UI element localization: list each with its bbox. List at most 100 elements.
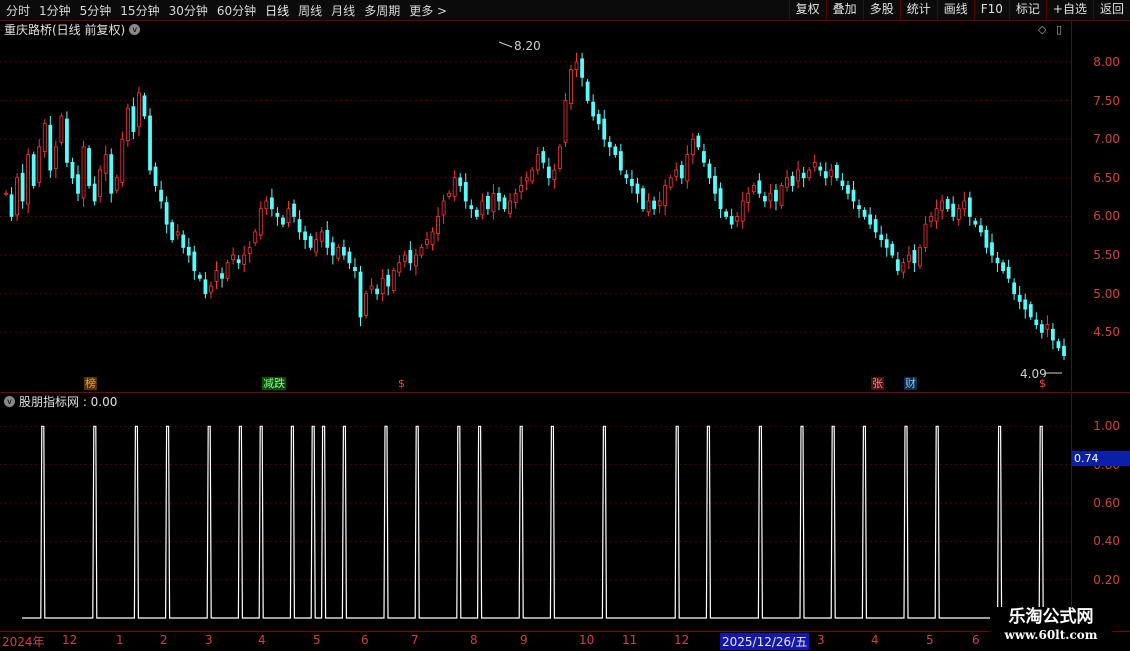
event-marker-4[interactable]: 财: [904, 377, 917, 390]
ind-tick-3: 0.40: [1093, 534, 1120, 549]
candle: [624, 170, 629, 184]
time-label-6: 5: [313, 633, 321, 647]
candle: [630, 170, 634, 194]
candle: [402, 250, 407, 268]
candle: [929, 211, 933, 228]
toolbar-button-1[interactable]: 叠加: [825, 0, 863, 20]
candle: [635, 177, 640, 203]
candle: [546, 157, 551, 186]
period-tab-6[interactable]: 日线: [265, 2, 289, 19]
time-label-14: 2025/12/26/五: [720, 633, 810, 650]
candle: [148, 108, 152, 175]
event-marker-1[interactable]: 减跌: [262, 377, 286, 390]
candle: [214, 261, 219, 290]
candle: [796, 160, 801, 189]
candle: [862, 207, 867, 220]
period-tab-7[interactable]: 周线: [298, 2, 322, 19]
candle: [397, 255, 402, 277]
candle: [469, 199, 474, 218]
period-tab-2[interactable]: 5分钟: [80, 2, 112, 19]
candle: [458, 173, 463, 192]
candle: [951, 196, 956, 222]
candle: [535, 146, 540, 175]
toolbar-button-7[interactable]: +自选: [1045, 0, 1093, 20]
candle: [580, 52, 584, 87]
candle: [37, 139, 42, 188]
candle: [552, 163, 557, 189]
indicator-panel[interactable]: v 股朋指标网 : 0.00: [0, 392, 1071, 631]
candle: [973, 218, 978, 228]
candle: [879, 225, 884, 248]
candle: [807, 167, 812, 181]
candle: [652, 196, 656, 215]
candle: [524, 171, 529, 191]
toolbar-button-4[interactable]: 画线: [936, 0, 974, 20]
period-tab-4[interactable]: 30分钟: [169, 2, 208, 19]
ind-tick-0: 1.00: [1093, 419, 1120, 434]
candle: [486, 191, 490, 215]
candle: [1017, 286, 1022, 310]
candle: [1045, 315, 1050, 337]
time-label-10: 9: [520, 633, 528, 647]
time-label-2: 1: [116, 633, 124, 647]
toolbar-button-0[interactable]: 复权: [788, 0, 826, 20]
toolbar-button-3[interactable]: 统计: [899, 0, 937, 20]
price-tick-5: 5.50: [1093, 248, 1120, 263]
period-tab-10[interactable]: 更多 >: [409, 2, 447, 19]
candle: [569, 65, 573, 110]
candle: [768, 184, 773, 209]
candle: [209, 281, 213, 299]
candle: [131, 97, 136, 140]
candle: [364, 290, 368, 319]
period-tab-8[interactable]: 月线: [331, 2, 355, 19]
candle: [247, 241, 252, 263]
toolbar-button-2[interactable]: 多股: [862, 0, 900, 20]
candle: [990, 233, 994, 263]
candle: [912, 244, 917, 273]
candle: [1006, 259, 1011, 283]
candle: [81, 140, 86, 208]
candle: [840, 173, 845, 191]
candle: [834, 162, 839, 181]
candle: [718, 182, 723, 218]
candle: [258, 201, 263, 240]
candle: [812, 154, 817, 172]
period-tab-0[interactable]: 分时: [6, 2, 30, 19]
candle: [26, 148, 31, 214]
time-label-0: 2024年: [2, 635, 45, 649]
candle: [702, 143, 706, 167]
event-marker-3[interactable]: 张: [871, 377, 884, 390]
candle: [574, 52, 579, 78]
candle: [186, 238, 191, 263]
period-tab-1[interactable]: 1分钟: [39, 2, 71, 19]
candle: [31, 151, 36, 189]
ind-tick-4: 0.20: [1093, 572, 1120, 587]
candle: [1028, 301, 1033, 320]
candle: [203, 272, 208, 299]
period-tab-3[interactable]: 15分钟: [120, 2, 159, 19]
time-label-15: 3: [817, 633, 825, 647]
candle: [668, 174, 673, 191]
candle: [907, 245, 911, 269]
toolbar-button-5[interactable]: F10: [973, 0, 1009, 20]
candle: [159, 180, 163, 209]
candle: [779, 182, 784, 209]
candle: [1039, 320, 1044, 339]
period-tab-9[interactable]: 多周期: [364, 2, 400, 19]
candle: [1062, 338, 1066, 361]
toolbar-button-8[interactable]: 返回: [1092, 0, 1130, 20]
event-marker-2[interactable]: $: [397, 377, 406, 390]
period-tab-5[interactable]: 60分钟: [217, 2, 256, 19]
candle: [380, 269, 385, 302]
time-label-3: 2: [160, 633, 168, 647]
candle: [596, 109, 601, 130]
candle: [774, 184, 778, 211]
toolbar-button-6[interactable]: 标记: [1008, 0, 1046, 20]
candle: [414, 248, 418, 276]
event-marker-0[interactable]: 榜: [84, 377, 97, 390]
kline-panel[interactable]: 重庆路桥(日线 前复权) v ◇ ▯ 8.20 4.09: [0, 21, 1071, 391]
ind-tick-2: 0.60: [1093, 496, 1120, 510]
price-tick-6: 5.00: [1093, 286, 1120, 301]
event-marker-5[interactable]: $: [1038, 377, 1047, 390]
candle: [602, 109, 607, 147]
